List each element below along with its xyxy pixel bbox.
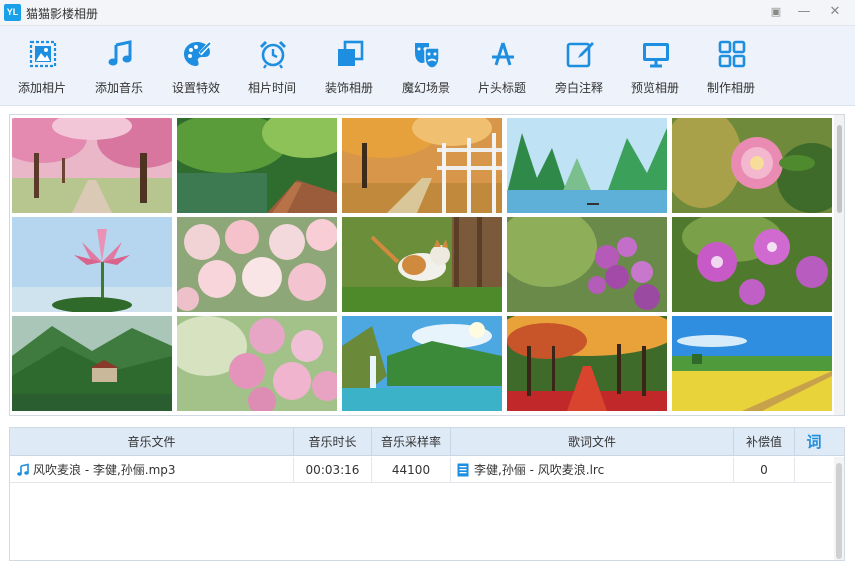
scrollbar-thumb[interactable] [836,463,842,559]
column-header-sample-rate[interactable]: 音乐采样率 [372,428,451,456]
set-effects-button[interactable]: 设置特效 [160,26,232,106]
photo-thumbnail[interactable] [507,118,667,213]
toolbar-label: 设置特效 [171,81,220,95]
column-header-lyric-file[interactable]: 歌词文件 [451,428,734,456]
close-button[interactable]: ✕ [826,3,844,21]
layers-icon [338,40,364,66]
photo-thumbnail[interactable] [177,316,337,411]
app-store-a-icon [492,42,514,66]
toolbar-label: 制作相册 [706,81,755,95]
magic-scene-button[interactable]: 魔幻场景 [390,26,462,106]
music-note-icon [17,463,29,476]
toolbar-label: 魔幻场景 [401,81,450,95]
title-intro-button[interactable]: 片头标题 [466,26,538,106]
photo-thumbnail[interactable] [12,316,172,411]
photo-thumbnail[interactable] [672,217,832,312]
duration-cell: 00:03:16 [294,457,372,483]
photo-thumbnail[interactable] [342,316,502,411]
toolbar-label: 添加音乐 [94,81,143,95]
restore-window-button[interactable]: ▣ [767,3,785,21]
decorate-album-button[interactable]: 装饰相册 [313,26,385,106]
narration-note-button[interactable]: 旁白注释 [543,26,615,106]
offset-cell: 0 [734,457,795,483]
alarm-clock-icon [259,40,287,69]
column-header-duration[interactable]: 音乐时长 [294,428,372,456]
photo-thumbnail[interactable] [507,316,667,411]
toolbar-label: 装饰相册 [324,81,373,95]
make-album-button[interactable]: 制作相册 [695,26,767,106]
photo-time-button[interactable]: 相片时间 [236,26,308,106]
toolbar-label: 旁白注释 [554,81,603,95]
table-header: 音乐文件 音乐时长 音乐采样率 歌词文件 补偿值 词 [10,428,844,456]
palette-icon [184,40,212,66]
photo-thumbnail[interactable] [672,316,832,411]
edit-pencil-icon [566,42,594,68]
toolbar-label: 片头标题 [477,81,526,95]
music-file-cell: 风吹麦浪 - 李健,孙俪.mp3 [10,457,294,483]
photo-thumbnail[interactable] [177,118,337,213]
gallery-scrollbar[interactable] [834,115,844,415]
photo-thumbnail[interactable] [177,217,337,312]
photo-thumbnail[interactable] [342,217,502,312]
scrollbar-thumb[interactable] [837,125,842,213]
music-file-name: 风吹麦浪 - 李健,孙俪.mp3 [33,463,176,477]
sample-rate-cell: 44100 [372,457,451,483]
lyric-file-cell: 李健,孙俪 - 风吹麦浪.lrc [451,457,734,483]
photo-thumbnail[interactable] [507,217,667,312]
music-note-icon [108,40,132,66]
photo-gallery [9,114,845,416]
preview-album-button[interactable]: 预览相册 [619,26,691,106]
minimize-button[interactable]: — [795,3,813,21]
toolbar-label: 添加相片 [17,81,66,95]
photo-thumbnail[interactable] [672,118,832,213]
table-row[interactable]: 风吹麦浪 - 李健,孙俪.mp3 00:03:16 44100 李健,孙俪 - … [10,457,832,483]
theater-mask-icon [415,43,440,69]
add-photo-button[interactable]: 添加相片 [6,26,78,106]
column-header-music-file[interactable]: 音乐文件 [10,428,294,456]
column-header-offset[interactable]: 补偿值 [734,428,795,456]
app-logo: YL [4,4,21,21]
toolbar-label: 预览相册 [630,81,679,95]
photo-thumbnail[interactable] [12,118,172,213]
toolbar-label: 相片时间 [247,81,296,95]
photo-thumbnail[interactable] [12,217,172,312]
window-title: 猫猫影楼相册 [26,7,99,21]
main-toolbar: 添加相片 添加音乐 设置特效 相片时间 装饰相册 魔幻场景 片头标题 旁白注释 … [0,26,855,106]
add-photo-icon [29,40,57,68]
table-scrollbar[interactable] [834,457,844,560]
monitor-icon [643,43,669,68]
add-music-button[interactable]: 添加音乐 [83,26,155,106]
document-icon [457,463,469,477]
title-bar: YL 猫猫影楼相册 ▣ — ✕ [0,0,855,26]
grid-icon [718,40,746,68]
lyric-file-name: 李健,孙俪 - 风吹麦浪.lrc [474,463,605,477]
music-table: 音乐文件 音乐时长 音乐采样率 歌词文件 补偿值 词 风吹麦浪 - 李健,孙俪.… [9,427,845,561]
photo-thumbnail[interactable] [342,118,502,213]
lyric-settings-button[interactable]: 词 [796,428,832,456]
